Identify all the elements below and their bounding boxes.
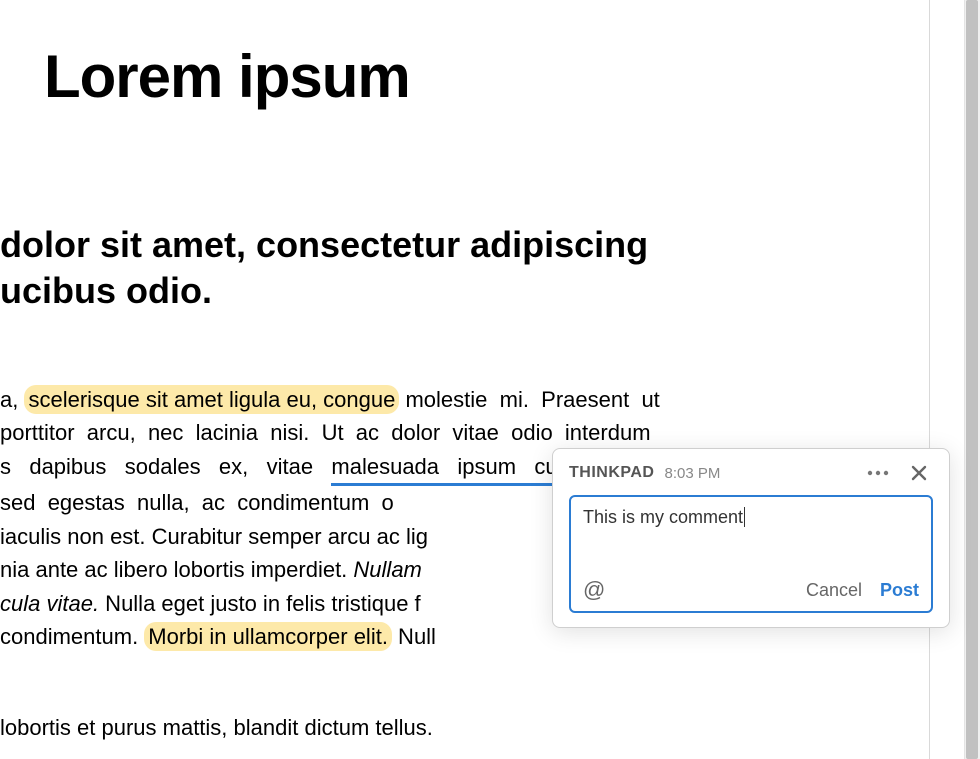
scrollbar-track[interactable] — [964, 0, 980, 759]
comment-author: THINKPAD — [569, 464, 654, 482]
comment-actions: @ Cancel Post — [583, 577, 919, 603]
comment-popup: THINKPAD 8:03 PM This is my comment @ Ca… — [552, 448, 950, 628]
comment-input-box[interactable]: This is my comment @ Cancel Post — [569, 495, 933, 613]
close-icon — [911, 465, 927, 481]
highlighted-text-1[interactable]: scelerisque sit amet ligula eu, congue — [24, 385, 399, 414]
section-heading: dolor sit amet, consectetur adipiscing u… — [0, 222, 648, 314]
post-button[interactable]: Post — [880, 580, 919, 601]
ellipsis-icon — [867, 470, 889, 476]
heading-line-1: dolor sit amet, consectetur adipiscing — [0, 222, 648, 268]
close-button[interactable] — [905, 463, 933, 483]
body-row-1: a, scelerisque sit amet ligula eu, congu… — [0, 383, 660, 416]
heading-line-2: ucibus odio. — [0, 268, 648, 314]
body-last-line: lobortis et purus mattis, blandit dictum… — [0, 715, 433, 741]
scrollbar-thumb[interactable] — [966, 0, 978, 759]
comment-textarea[interactable]: This is my comment — [583, 507, 919, 567]
document-page: Lorem ipsum dolor sit amet, consectetur … — [0, 0, 930, 759]
mention-button[interactable]: @ — [583, 577, 605, 603]
comment-timestamp: 8:03 PM — [664, 465, 720, 482]
highlighted-text-2[interactable]: Morbi in ullamcorper elit. — [144, 622, 392, 651]
body-row-2: porttitor arcu, nec lacinia nisi. Ut ac … — [0, 416, 660, 449]
document-title: Lorem ipsum — [44, 42, 410, 111]
cancel-button[interactable]: Cancel — [806, 580, 862, 601]
more-options-button[interactable] — [861, 468, 895, 478]
comment-header: THINKPAD 8:03 PM — [569, 463, 933, 483]
